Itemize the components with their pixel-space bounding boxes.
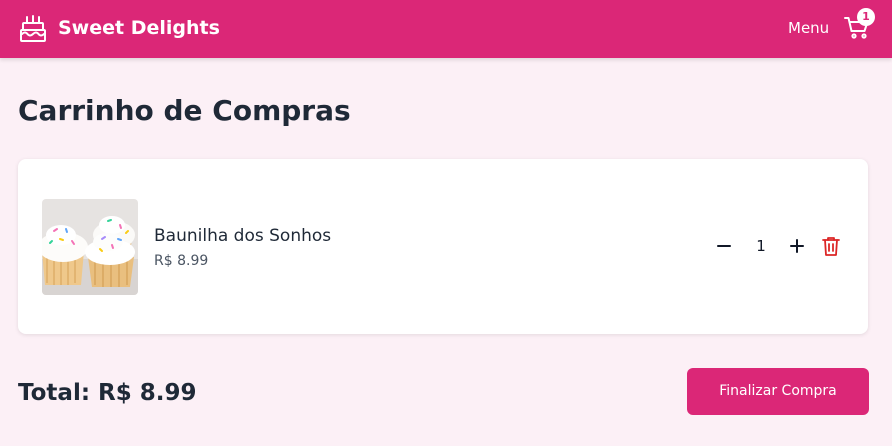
product-image [42,199,138,295]
menu-link[interactable]: Menu [788,18,829,38]
checkout-button[interactable]: Finalizar Compra [687,368,869,415]
brand-name[interactable]: Sweet Delights [58,16,220,40]
cake-icon [20,15,46,42]
page-title: Carrinho de Compras [18,94,351,127]
product-name: Baunilha dos Sonhos [154,226,332,246]
cart-count-badge: 1 [857,8,875,26]
cart-total: Total: R$ 8.99 [18,380,197,406]
increase-quantity-button[interactable] [788,237,806,255]
trash-icon[interactable] [821,235,841,257]
decrease-quantity-button[interactable] [715,237,733,255]
cart-item-card: Baunilha dos Sonhos R$ 8.99 1 [18,159,868,334]
product-price: R$ 8.99 [154,253,209,269]
quantity-value: 1 [756,237,766,255]
app-header: Sweet Delights Menu 1 [0,0,892,58]
cart-button[interactable]: 1 [844,8,878,42]
